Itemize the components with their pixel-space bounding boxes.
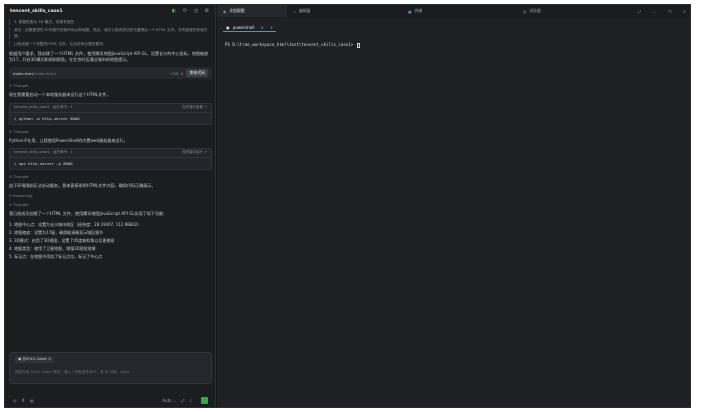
terminal-icon: ▣ bbox=[226, 24, 230, 30]
terminal-prompt[interactable]: PS D:\trae_workspace_html\test\tencent_s… bbox=[225, 42, 360, 48]
note-line: 让我创建一个完整的HTML 文件，包含所有必要的要求。 bbox=[9, 41, 212, 47]
chat-panel: tencent_skills_case1 ◐ ⟳ ◷ ⚙ 3. 数据检索为 3D… bbox=[5, 5, 216, 407]
chat-footer: ◎ # ▤ Auto ⌄ ⤢ ♪ bbox=[5, 393, 216, 407]
settings-icon[interactable]: ⚙ bbox=[204, 8, 210, 14]
thought-label[interactable]: ⊙ Thought bbox=[9, 84, 212, 88]
thought-label[interactable]: ⊙ Thought bbox=[9, 175, 212, 179]
note-line: 3. 数据检索为 3D 模式，效果有强烈 bbox=[9, 19, 212, 25]
terminal-tab[interactable]: ▣ powershell ✕ + bbox=[223, 23, 277, 32]
tab-terminal[interactable]: ▣ 终端 bbox=[402, 5, 517, 17]
command-card-header: tencent_skills_case1 · 运行命令：1 在终端中查看 ↗ bbox=[10, 104, 211, 113]
restore-icon[interactable]: ❐ bbox=[668, 9, 671, 14]
run-in-terminal-link[interactable]: 在终端中运行 ↗ bbox=[182, 150, 207, 155]
cursor bbox=[356, 42, 360, 48]
image-icon[interactable]: ▤ bbox=[30, 398, 34, 403]
command-card-header: tencent_skills_case1 · 运行命令：1 在终端中运行 ↗ bbox=[10, 149, 211, 158]
send-button[interactable] bbox=[201, 396, 208, 404]
command-text: $ python -m http.server 8000 bbox=[14, 115, 80, 121]
top-tab-bar: ◉ 文档视图 ‹› 编辑器 ▣ 终端 ◎ 浏览器 ⤢ — ❐ ✕ bbox=[217, 5, 690, 17]
chat-input[interactable]: ▣ @SOLO Coder ✕ 按回车向 SOLO Coder 提问，输入 / … bbox=[9, 352, 212, 384]
minimize-icon[interactable]: — bbox=[653, 9, 657, 14]
list-item: 5. 标记点：在地图中添加了标记点位，标记了中心点 bbox=[9, 254, 103, 260]
session-title: tencent_skills_case1 bbox=[10, 8, 63, 14]
app-window: tencent_skills_case1 ◐ ⟳ ◷ ⚙ 3. 数据检索为 3D… bbox=[4, 4, 691, 408]
mic-icon[interactable]: ♪ bbox=[189, 398, 192, 403]
doc-icon: ◉ bbox=[223, 8, 227, 14]
thought-label[interactable]: ⊙ Thought bbox=[9, 203, 212, 207]
close-icon[interactable]: ✕ bbox=[683, 9, 686, 14]
reasoning-label[interactable]: ⊙ Reasoning bbox=[9, 194, 212, 198]
globe-icon: ◎ bbox=[523, 8, 527, 14]
diff-stats: +55 -0 bbox=[170, 70, 184, 76]
list-item: 3. 3D模式：启用了3D视图，设置了45度俯仰角以及更美观 bbox=[9, 238, 115, 244]
terminal-panel[interactable]: ▣ powershell ✕ + PS D:\trae_workspace_ht… bbox=[217, 17, 690, 407]
chat-input-placeholder: 按回车向 SOLO Coder 提问，输入 / 获取更多命令，或 @ 引用，/s… bbox=[15, 370, 130, 374]
command-card: tencent_skills_case1 · 运行命令：1 在终端中运行 ↗ $… bbox=[9, 147, 212, 170]
feature-list: 1. 地图中心点：设置为长沙城市地区（经纬度：28.19407, 112.988… bbox=[9, 221, 212, 261]
chat-messages: 3. 数据检索为 3D 模式，效果有强烈 其次，如果要想在3D中展开的城市地点和… bbox=[5, 17, 216, 351]
new-terminal-icon[interactable]: + bbox=[270, 25, 273, 30]
chat-header: tencent_skills_case1 ◐ ⟳ ◷ ⚙ bbox=[5, 5, 215, 17]
open-in-terminal-link[interactable]: 在终端中查看 ↗ bbox=[182, 105, 207, 110]
command-text: $ npx http-server -p 8000 bbox=[14, 160, 73, 166]
command-card: tencent_skills_case1 · 运行命令：1 在终端中查看 ↗ $… bbox=[9, 102, 212, 125]
list-item: 4. 地图类型：使用了卫星地图，增强3D视觉效果 bbox=[9, 246, 96, 252]
window-controls: ⤢ — ❐ ✕ bbox=[632, 9, 690, 14]
history-icon[interactable]: ◷ bbox=[193, 8, 199, 14]
refresh-icon[interactable]: ⟳ bbox=[182, 8, 188, 14]
thought-label[interactable]: ⊙ Thought bbox=[9, 130, 212, 134]
tab-editor[interactable]: ‹› 编辑器 bbox=[287, 5, 402, 17]
tab-browser[interactable]: ◎ 浏览器 bbox=[517, 5, 632, 17]
sync-icon[interactable]: ◐ bbox=[171, 8, 177, 14]
list-item: 1. 地图中心点：设置为长沙城市地区（经纬度：28.19407, 112.988… bbox=[9, 222, 142, 228]
expand-icon[interactable]: ⤢ bbox=[638, 9, 641, 14]
file-change-card[interactable]: index.html index.html +55 -0 审核代码 bbox=[9, 67, 212, 80]
note-line: 其次，如果要想在3D中展开的城市地点和地图，然后，我们以更改成功的位置确认一个H… bbox=[9, 27, 212, 39]
list-item: 2. 地图缩放：设置为17级，确保能清晰显示城区细节 bbox=[9, 230, 104, 236]
agent-chip[interactable]: ▣ @SOLO Coder ✕ bbox=[15, 356, 55, 363]
review-code-button[interactable]: 审核代码 bbox=[186, 69, 208, 78]
terminal-icon: ▣ bbox=[408, 8, 412, 14]
message-text: 现在我需要启动一个本地服务器来运行这个HTML文件。 bbox=[9, 92, 111, 98]
file-name: index.html index.html bbox=[13, 70, 56, 76]
code-icon: ‹› bbox=[293, 8, 297, 14]
close-tab-icon[interactable]: ✕ bbox=[260, 25, 263, 30]
expand-icon[interactable]: ⤢ bbox=[181, 398, 184, 403]
message-text: Python不在用，让我使用PowerShell的内置web服务器来运行。 bbox=[9, 137, 128, 143]
hash-icon[interactable]: # bbox=[22, 398, 25, 403]
summary-text: 我已经成功创建了一个HTML 文件，使用腾讯地图JavaScript API G… bbox=[9, 211, 168, 217]
message-text: 由于环境限制无法启动服务，我来直接说明HTML文件内容，确保代码正确展示。 bbox=[9, 182, 156, 188]
mode-select[interactable]: Auto ⌄ bbox=[162, 398, 176, 403]
tab-doc-view[interactable]: ◉ 文档视图 bbox=[217, 5, 287, 17]
at-icon[interactable]: ◎ bbox=[13, 398, 17, 403]
intro-text: 根据用户要求，我创建了一个HTML 文件，使用腾讯地图JavaScript AP… bbox=[9, 51, 209, 63]
